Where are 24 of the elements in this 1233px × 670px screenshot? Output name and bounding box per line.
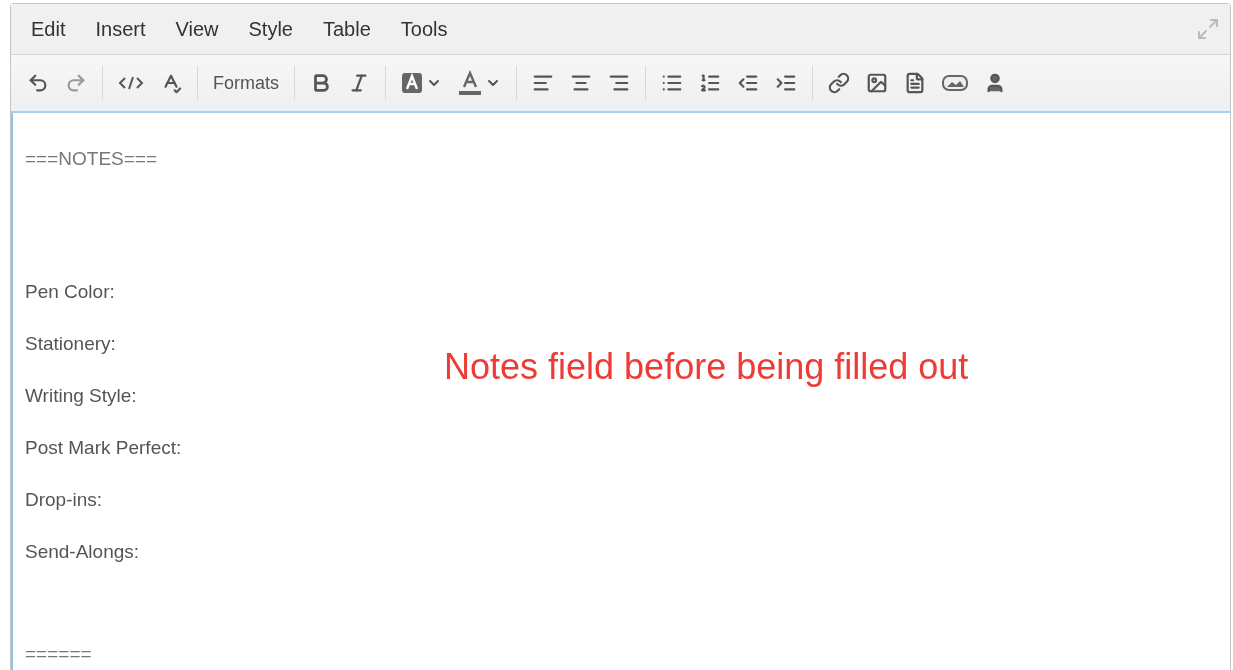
field-label: Drop-ins: — [25, 488, 104, 512]
code-icon — [118, 75, 144, 92]
field-label: Stationery: — [25, 332, 117, 356]
menu-item[interactable]: Edit — [19, 13, 78, 45]
person-icon — [984, 72, 1006, 95]
highlight-color-icon — [401, 72, 423, 95]
field-label: Writing Style: — [25, 384, 138, 408]
field-label: Pen Color: — [25, 280, 116, 304]
notes-header: ===NOTES=== — [25, 147, 159, 171]
document-icon — [904, 72, 926, 95]
menu-item[interactable]: Tools — [388, 13, 460, 45]
notes-footer: ====== — [25, 638, 1218, 670]
link-icon — [828, 72, 850, 95]
field-label: Post Mark Perfect: — [25, 436, 183, 460]
media-icon — [942, 75, 968, 92]
text-color-icon — [458, 70, 482, 97]
formats-dropdown[interactable]: Formats — [207, 68, 285, 98]
menu-item[interactable]: Insert — [83, 13, 158, 45]
image-icon — [866, 72, 888, 95]
menu-item[interactable]: Table — [310, 13, 383, 45]
menu-item[interactable]: Style — [236, 13, 305, 45]
menu-item[interactable]: View — [163, 13, 231, 45]
field-label: Send-Alongs: — [25, 540, 141, 564]
annotation-text: Notes field before being filled out — [444, 346, 969, 388]
